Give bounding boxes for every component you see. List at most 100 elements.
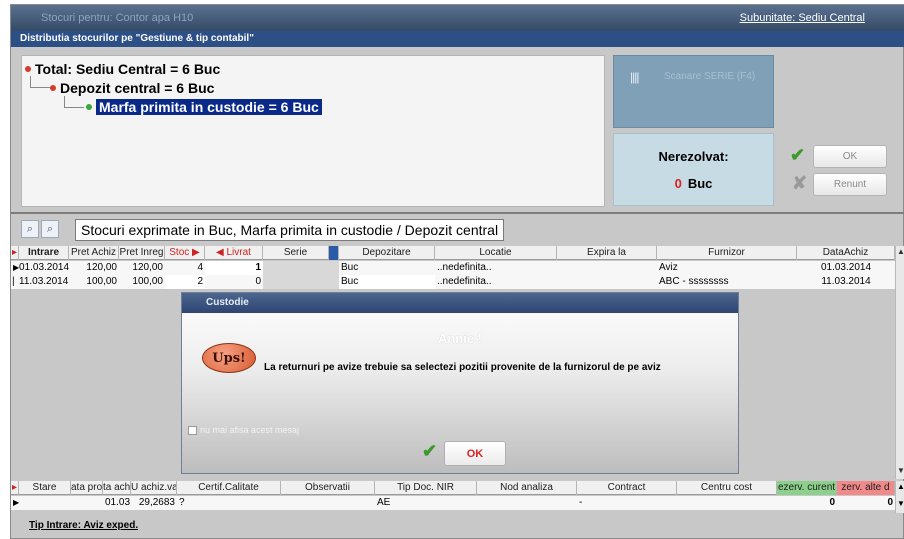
- col-rezerv-curent[interactable]: ezerv. curent: [777, 481, 837, 495]
- scroll-down-icon[interactable]: ▼: [897, 499, 904, 508]
- dialog-heading: Annie !: [437, 331, 483, 346]
- row-current-icon: ▶: [13, 498, 19, 507]
- col-data-achiz[interactable]: DataAchiz: [797, 246, 895, 260]
- cell-certif-calitate: ?: [179, 497, 185, 508]
- col-data-achiz[interactable]: ta ach: [103, 481, 131, 495]
- title-bar: Stocuri pentru: Contor apa H10 Subunitat…: [11, 5, 904, 31]
- table-row[interactable]: ▶ 01.03.2014 120,00 120,00 4 1 Buc ..ned…: [11, 261, 895, 275]
- ok-button[interactable]: OK: [813, 145, 887, 168]
- dialog-message: La returnuri pe avize trebuie sa selecte…: [264, 362, 661, 373]
- col-data-prod[interactable]: ata pro: [71, 481, 103, 495]
- cell-pret-inreg: 120,00: [132, 262, 163, 273]
- col-observatii[interactable]: Observatii: [281, 481, 375, 495]
- tree-node-depot-label: Depozit central = 6 Buc: [60, 80, 215, 96]
- cell-depozitare: Buc: [339, 275, 435, 289]
- column-split-icon[interactable]: [329, 246, 339, 260]
- search-icon[interactable]: ⌕: [21, 220, 39, 238]
- cell-intrare: 11.03.2014: [19, 276, 69, 287]
- cell-livrat[interactable]: 1: [205, 261, 263, 275]
- grid-header: ▸ Intrare Pret Achiz Pret Inreg Stoc ▶ ◀…: [11, 246, 895, 260]
- dont-show-again-checkbox[interactable]: nu mai afisa acest mesaj: [188, 425, 299, 435]
- cell-furnizor: Aviz: [659, 262, 678, 273]
- grid-caption: Stocuri exprimate in Buc, Marfa primita …: [75, 219, 505, 241]
- tree-node-total-label: Total: Sediu Central = 6 Buc: [35, 61, 221, 77]
- scroll-up-icon[interactable]: ▲: [897, 247, 904, 256]
- check-icon: ✔: [790, 145, 806, 165]
- col-pret-inreg[interactable]: Pret Inreg: [119, 246, 165, 260]
- tree-bullet-icon: [50, 85, 56, 91]
- cell-contract: -: [579, 497, 583, 508]
- table-row[interactable]: ▏ 11.03.2014 100,00 100,00 2 0 Buc ..ned…: [11, 275, 895, 289]
- col-livrat-label: Livrat: [226, 247, 251, 258]
- scroll-down-icon[interactable]: ▼: [897, 466, 904, 475]
- cancel-button[interactable]: Renunt: [813, 173, 887, 196]
- barcode-icon: ||||: [630, 70, 640, 84]
- distribution-header: Distributia stocurilor pe "Gestiune & ti…: [11, 31, 904, 47]
- unresolved-label: Nerezolvat:: [658, 149, 729, 164]
- unresolved-count: 0 Buc: [614, 176, 773, 191]
- scroll-up-icon[interactable]: ▲: [897, 482, 904, 491]
- dialog-title: Custodie: [182, 293, 738, 313]
- cell-depozitare: Buc: [341, 262, 359, 273]
- cell-data-achiz: 11.03.2014: [821, 276, 871, 287]
- col-stoc-label: Stoc: [169, 247, 190, 258]
- search-advanced-icon[interactable]: ⌕: [41, 220, 59, 238]
- row-indicator-icon: ▸: [11, 246, 19, 260]
- ups-badge-icon: Ups!: [202, 343, 256, 373]
- col-expira-la[interactable]: Expira la: [557, 246, 657, 260]
- cell-stoc: 2: [165, 275, 205, 289]
- col-contract[interactable]: Contract: [577, 481, 677, 495]
- unresolved-panel: Nerezolvat: 0 Buc: [613, 133, 774, 206]
- col-livrat[interactable]: ◀ Livrat: [205, 246, 263, 260]
- cell-pret-achiz: 120,00: [86, 262, 117, 273]
- cell-pret-achiz: 100,00: [86, 276, 117, 287]
- tree-node-total[interactable]: Total: Sediu Central = 6 Buc: [25, 61, 220, 77]
- cell-serie: [263, 261, 339, 275]
- stock-window: Stocuri pentru: Contor apa H10 Subunitat…: [10, 4, 904, 539]
- col-furnizor[interactable]: Furnizor: [657, 246, 797, 260]
- col-stoc[interactable]: Stoc ▶: [165, 246, 205, 260]
- cell-locatie: ..nedefinita..: [437, 276, 492, 287]
- cell-pret-inreg: 100,00: [132, 276, 163, 287]
- col-serie[interactable]: Serie: [263, 246, 329, 260]
- cell-locatie: ..nedefinita..: [437, 262, 492, 273]
- cell-nod-analiza: [477, 496, 577, 510]
- subunit-link[interactable]: Subunitate: Sediu Central: [740, 12, 865, 24]
- table-row[interactable]: ▶ 01.03 29,2683 ? AE - 0 0: [11, 496, 895, 510]
- cell-serie: [263, 275, 339, 289]
- col-nod-analiza[interactable]: Nod analiza: [477, 481, 577, 495]
- divider: [11, 212, 904, 214]
- window-title: Stocuri pentru: Contor apa H10: [41, 12, 194, 24]
- detail-grid-header: ▸ Stare ata pro ta ach U achiz.valu Cert…: [11, 481, 895, 495]
- checkbox-icon[interactable]: [188, 425, 197, 435]
- col-certif-calitate[interactable]: Certif.Calitate: [177, 481, 281, 495]
- cell-expira-la: [557, 275, 657, 289]
- col-intrare[interactable]: Intrare: [19, 246, 69, 260]
- cell-data-achiz: 01.03: [105, 497, 131, 508]
- cell-livrat[interactable]: 0: [205, 275, 263, 289]
- tree-node-custody[interactable]: Marfa primita in custodie = 6 Buc: [86, 99, 322, 115]
- tree-node-depot[interactable]: Depozit central = 6 Buc: [50, 80, 214, 96]
- cell-rezerv-alte: 0: [887, 497, 893, 508]
- check-icon: ✔: [422, 441, 438, 461]
- stock-tree: Total: Sediu Central = 6 Buc Depozit cen…: [21, 55, 605, 207]
- col-stare[interactable]: Stare: [19, 481, 71, 495]
- cell-observatii: [281, 496, 375, 510]
- grid-scrollbar[interactable]: ▲ ▼: [895, 246, 904, 479]
- col-pu-achiz-valuta[interactable]: U achiz.valu: [131, 481, 177, 495]
- col-centru-cost[interactable]: Centru cost: [677, 481, 777, 495]
- detail-scrollbar[interactable]: ▲ ▼: [895, 481, 904, 513]
- scan-serie-button[interactable]: |||| Scanare SERIE (F4): [613, 55, 774, 128]
- cell-expira-la: [557, 261, 657, 275]
- unresolved-number: 0: [674, 176, 682, 191]
- col-rezerv-alte[interactable]: zerv. alte d: [837, 481, 895, 495]
- col-tip-doc-nir[interactable]: Tip Doc. NIR: [375, 481, 477, 495]
- col-pret-achiz[interactable]: Pret Achiz: [69, 246, 119, 260]
- col-locatie[interactable]: Locatie: [435, 246, 557, 260]
- tree-node-custody-label: Marfa primita in custodie = 6 Buc: [96, 99, 322, 115]
- tree-connector: [64, 96, 84, 108]
- col-depozitare[interactable]: Depozitare: [339, 246, 435, 260]
- dialog-ok-button[interactable]: OK: [444, 441, 506, 466]
- detail-grid: ▸ Stare ata pro ta ach U achiz.valu Cert…: [11, 481, 895, 513]
- cell-rezerv-curent: 0: [829, 497, 835, 508]
